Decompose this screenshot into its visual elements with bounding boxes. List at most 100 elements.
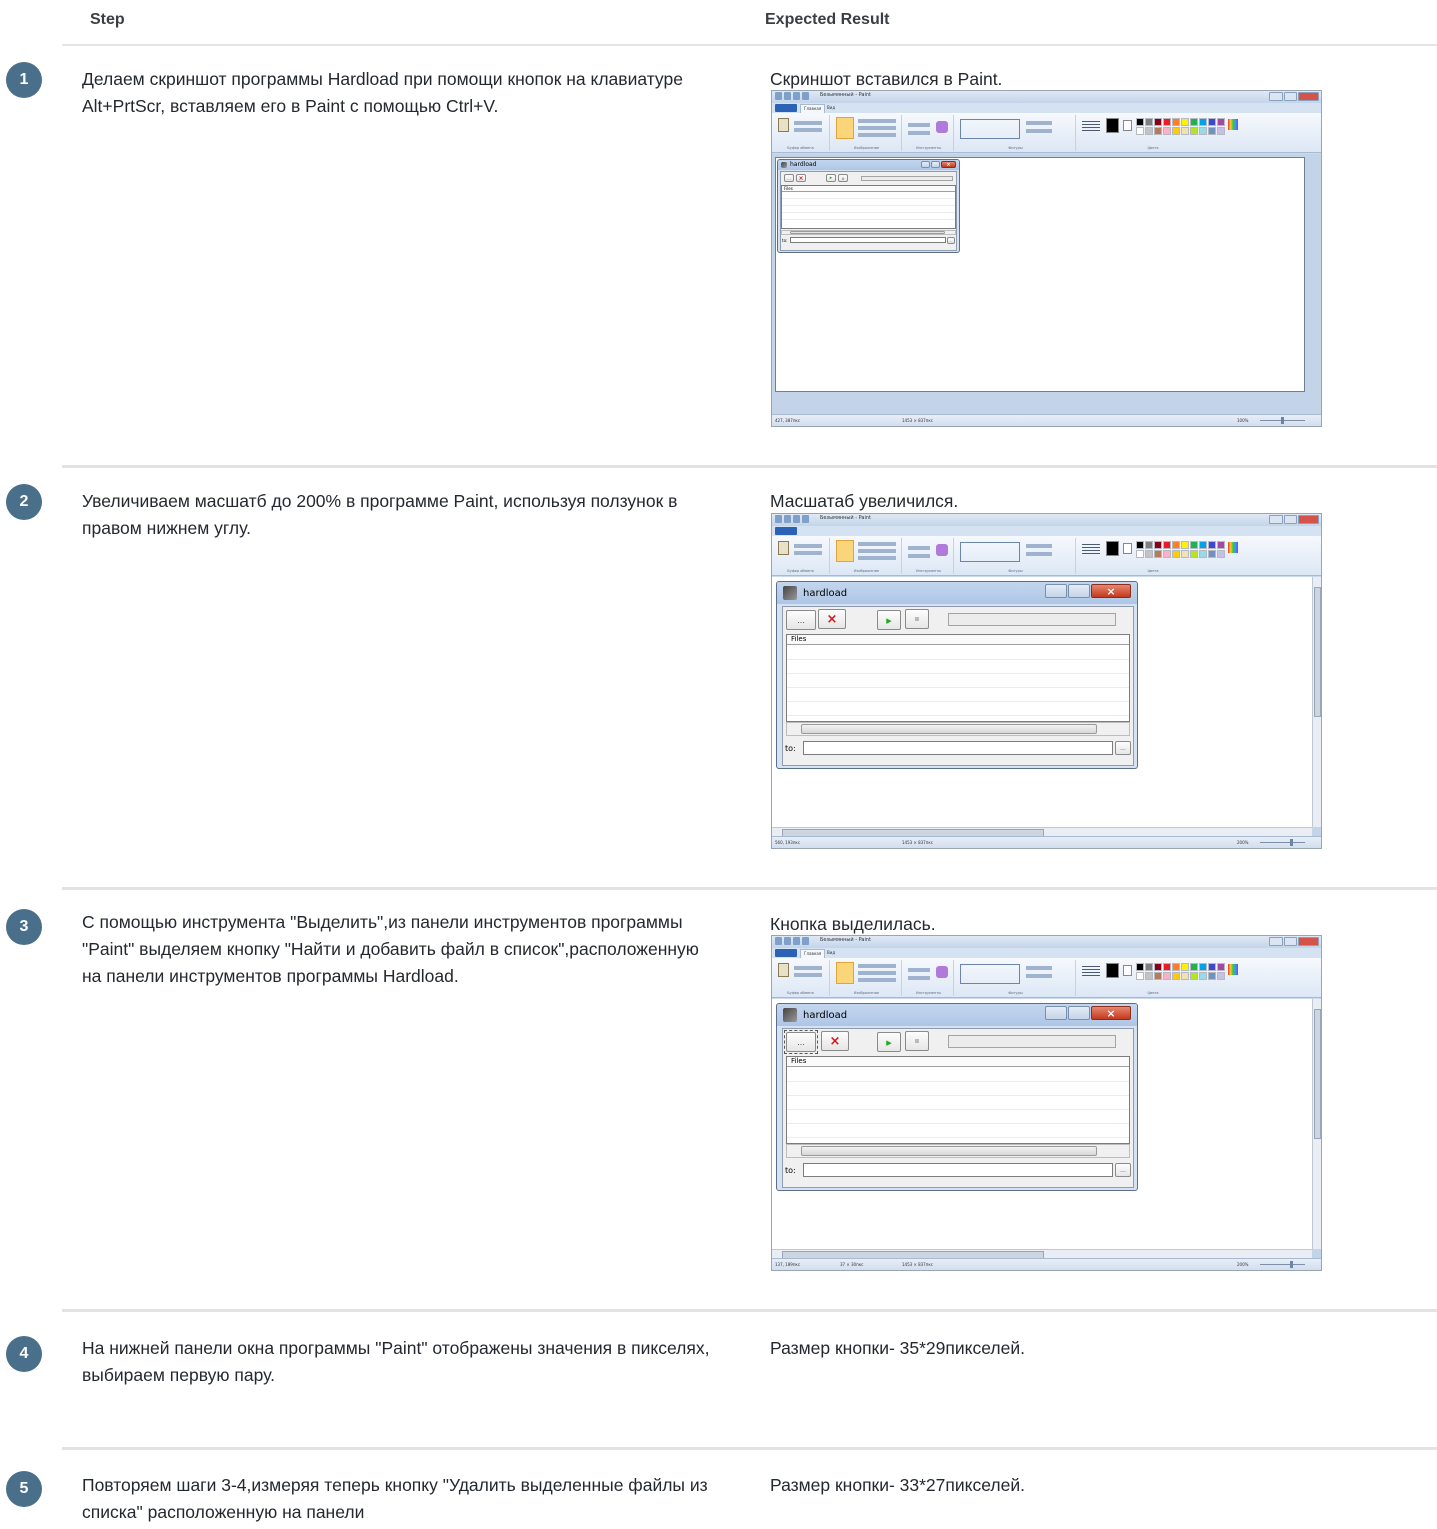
paste-icon (778, 118, 789, 132)
hardload-title: hardload (790, 161, 817, 168)
pause-button: ıı (905, 1031, 929, 1051)
tab-view: Вид (827, 105, 836, 110)
color-palette (1136, 118, 1225, 135)
palette-swatch (1199, 127, 1207, 135)
palette-swatch (1154, 541, 1162, 549)
palette-swatch (1181, 963, 1189, 971)
edit-colors-icon (1228, 119, 1238, 130)
palette-swatch (1154, 118, 1162, 126)
palette-swatch (1145, 541, 1153, 549)
file-menu-button (775, 104, 797, 112)
palette-swatch (1208, 118, 1216, 126)
expected-result: Скриншот вставился в Paint. (770, 69, 1003, 89)
play-button: ▸ (877, 610, 901, 630)
palette-swatch (1163, 541, 1171, 549)
pause-button: ıı (905, 609, 929, 629)
palette-swatch (1163, 550, 1171, 558)
step-number: 1 (6, 62, 42, 98)
palette-swatch (1190, 963, 1198, 971)
status-zoom-level: 200% (1237, 840, 1249, 845)
paint-titlebar: Безымянный - Paint (772, 936, 1321, 948)
zoom-slider-thumb (1290, 839, 1293, 846)
vertical-scrollbar (1312, 999, 1321, 1249)
step-description: На нижней панели окна программы "Paint" … (82, 1338, 710, 1385)
play-button: ▸ (877, 1032, 901, 1052)
palette-swatch (1190, 972, 1198, 980)
palette-swatch (1145, 550, 1153, 558)
step-description: Повторяем шаги 3-4,измеряя теперь кнопку… (82, 1475, 708, 1522)
palette-swatch (1190, 541, 1198, 549)
palette-swatch (1154, 127, 1162, 135)
palette-swatch (1217, 118, 1225, 126)
ribbon-group-image: Изображение (832, 115, 902, 151)
progress-bar (948, 1035, 1116, 1048)
palette-swatch (1154, 963, 1162, 971)
palette-swatch (1136, 127, 1144, 135)
ribbon-tabs (772, 526, 1321, 536)
step-number: 5 (6, 1471, 42, 1507)
palette-swatch (1136, 118, 1144, 126)
vertical-scrollbar (1312, 577, 1321, 827)
palette-swatch (1154, 972, 1162, 980)
status-selection-size: 37 × 30пкс (840, 1262, 864, 1267)
step-number: 2 (6, 484, 42, 520)
palette-swatch (1217, 541, 1225, 549)
select-tool-icon (836, 117, 854, 139)
step-number: 4 (6, 1336, 42, 1372)
files-list: Files (786, 1056, 1130, 1144)
expected-result: Размер кнопки- 35*29пикселей. (770, 1338, 1025, 1358)
hardload-title: hardload (803, 1010, 848, 1021)
palette-swatch (1163, 972, 1171, 980)
status-cursor-position: 560, 193пкс (775, 840, 801, 845)
paint-screenshot-3: Безымянный - Paint Главная Вид Буфер обм… (771, 935, 1322, 1271)
expected-result: Кнопка выделилась. (770, 914, 936, 934)
palette-swatch (1163, 118, 1171, 126)
palette-swatch (1145, 972, 1153, 980)
palette-swatch (1172, 541, 1180, 549)
ribbon-group-shapes: Фигуры (956, 115, 1076, 151)
status-cursor-position: 137, 189пкс (775, 1262, 801, 1267)
status-cursor-position: 427, 387пкс (775, 418, 801, 423)
delete-files-button: × (821, 1031, 849, 1051)
palette-swatch (1199, 550, 1207, 558)
select-tool-icon (836, 540, 854, 562)
palette-swatch (1145, 118, 1153, 126)
palette-swatch (1217, 550, 1225, 558)
find-add-file-button: ... (786, 610, 816, 630)
paint-canvas: hardload × ... × ▸ ıı Files to: ... (772, 999, 1314, 1249)
file-menu-button (775, 949, 797, 957)
palette-swatch (1172, 963, 1180, 971)
palette-swatch (1145, 963, 1153, 971)
select-tool-icon (836, 962, 854, 984)
palette-swatch (1190, 118, 1198, 126)
status-zoom-level: 100% (1237, 418, 1249, 423)
zoom-slider (1260, 1264, 1305, 1265)
paint-title: Безымянный - Paint (820, 937, 871, 943)
zoom-slider-thumb (1290, 1261, 1293, 1268)
color1-swatch (1106, 118, 1119, 133)
tab-home: Главная (800, 949, 826, 958)
paint-title: Безымянный - Paint (820, 92, 871, 98)
palette-swatch (1136, 963, 1144, 971)
color-palette (1136, 541, 1225, 558)
delete-files-button: × (818, 609, 846, 629)
palette-swatch (1208, 127, 1216, 135)
row-separator (62, 465, 1437, 468)
paint-canvas-area: hardload × ... × ▸ ıı Files to: ... (772, 154, 1321, 416)
paint-statusbar: 427, 387пкс 1453 × 837пкс 100% (772, 414, 1321, 426)
ribbon-group-clipboard: Буфер обмена (772, 115, 830, 151)
window-controls (1269, 515, 1320, 524)
paste-icon (778, 541, 789, 555)
palette-swatch (1181, 550, 1189, 558)
palette-swatch (1172, 972, 1180, 980)
palette-swatch (1199, 963, 1207, 971)
paint-statusbar: 560, 193пкс 1453 × 837пкс 200% (772, 836, 1321, 848)
palette-swatch (1190, 550, 1198, 558)
expected-result: Размер кнопки- 33*27пикселей. (770, 1475, 1025, 1495)
palette-swatch (1172, 118, 1180, 126)
palette-swatch (1217, 963, 1225, 971)
hardload-icon (783, 1008, 797, 1022)
hardload-title: hardload (803, 588, 848, 599)
paint-ribbon: Буфер обмена Изображение Инструменты Фиг… (772, 958, 1321, 998)
palette-swatch (1208, 972, 1216, 980)
